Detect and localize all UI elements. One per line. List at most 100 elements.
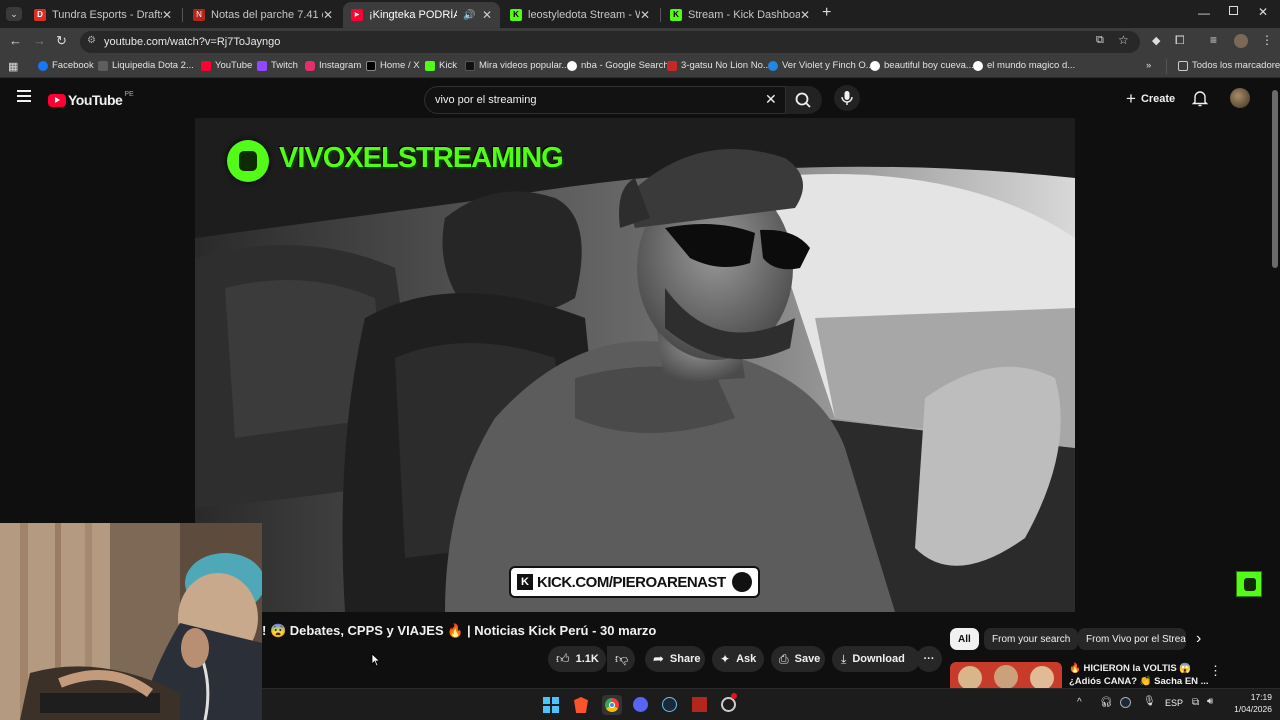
address-bar[interactable]: ⚙ youtube.com/watch?v=Rj7ToJayngo ⧉ ☆: [80, 31, 1140, 53]
bookmark-nba[interactable]: nba - Google Search: [567, 60, 669, 71]
search-button[interactable]: [786, 86, 822, 114]
tab-favicon-icon: K: [670, 9, 682, 21]
search-input[interactable]: vivo por el streaming: [435, 94, 537, 106]
brand-logo-icon: [227, 140, 269, 182]
bookmark-beautiful-boy[interactable]: beautiful boy cueva...: [870, 60, 974, 71]
discord-icon[interactable]: [633, 697, 648, 712]
tab-close-icon[interactable]: ✕: [640, 8, 650, 22]
headset-icon[interactable]: 🎧︎: [1100, 697, 1113, 708]
restore-icon[interactable]: [1229, 6, 1238, 15]
profile-avatar[interactable]: [1234, 34, 1248, 48]
suggested-video-thumbnail[interactable]: [950, 662, 1062, 688]
scrollbar-thumb[interactable]: [1272, 90, 1278, 268]
tray-microphone-icon[interactable]: 🎙︎: [1143, 696, 1156, 707]
bookmarks-overflow-button[interactable]: »: [1146, 60, 1151, 71]
notifications-button[interactable]: [1191, 89, 1209, 112]
page-scrollbar[interactable]: [1271, 80, 1279, 688]
install-app-icon[interactable]: ⧉: [1096, 34, 1104, 47]
network-icon[interactable]: ⧉: [1192, 697, 1199, 708]
tab-tundra[interactable]: D Tundra Esports - Drafts - DOTA ✕: [26, 2, 180, 28]
chip-from-search[interactable]: From your search: [984, 628, 1079, 650]
channel-watermark-icon[interactable]: [1236, 571, 1262, 597]
more-actions-button[interactable]: ···: [916, 646, 942, 672]
chrome-taskbar-button[interactable]: [602, 695, 622, 715]
create-button[interactable]: + Create: [1118, 86, 1178, 112]
clock-time[interactable]: 17:19: [1232, 692, 1272, 702]
bookmark-youtube[interactable]: YouTube: [201, 60, 252, 71]
bookmark-label: nba - Google Search: [581, 60, 669, 71]
suggested-video-title[interactable]: 🔥 HICIERON la VOLTIS 😱: [1069, 663, 1191, 674]
save-label: Save: [794, 653, 821, 665]
bookmark-violet[interactable]: Ver Violet y Finch O...: [768, 60, 874, 71]
media-controls-icon[interactable]: ≡: [1210, 33, 1217, 47]
video-player[interactable]: VIVOXELSTREAMING K KICK.COM/PIEROARENAST: [195, 118, 1075, 612]
chips-next-button[interactable]: ›: [1196, 630, 1201, 648]
minimize-icon[interactable]: —: [1198, 6, 1210, 20]
download-button[interactable]: ⤓ Download: [832, 646, 920, 672]
all-bookmarks-folder[interactable]: Todos los marcadores: [1178, 60, 1280, 71]
steam-icon[interactable]: [662, 697, 677, 712]
close-window-icon[interactable]: ✕: [1258, 5, 1268, 19]
youtube-logo[interactable]: YouTube PE: [48, 91, 134, 108]
obs-icon[interactable]: [721, 693, 737, 712]
tab-patch-notes[interactable]: N Notas del parche 7.41 de Dota ✕: [185, 2, 341, 28]
bookmark-mundo-magico[interactable]: el mundo magico d...: [973, 60, 1075, 71]
bookmark-label: Kick: [439, 60, 457, 71]
bookmark-instagram[interactable]: Instagram: [305, 60, 361, 71]
clear-search-icon[interactable]: ✕: [765, 91, 777, 108]
keyboard-language[interactable]: ESP: [1165, 698, 1183, 708]
save-button[interactable]: ⎙ Save: [771, 646, 825, 672]
chrome-menu-icon[interactable]: ⋮: [1261, 33, 1273, 47]
bookmark-twitch[interactable]: Twitch: [257, 60, 298, 71]
tab-youtube-active[interactable]: ▶ ¡Kingteka PODRÍA IR a 🔊 ✕: [343, 2, 500, 28]
tab-leostyle[interactable]: K leostyledota Stream - Watch Liv ✕: [502, 2, 658, 28]
tab-search-icon[interactable]: ⌄: [6, 7, 22, 21]
tab-close-icon[interactable]: ✕: [482, 8, 492, 22]
back-icon[interactable]: ←: [9, 33, 22, 48]
youtube-header: YouTube PE vivo por el streaming ✕ + Cre…: [0, 78, 1280, 120]
tab-kick-dashboard[interactable]: K Stream - Kick Dashboard ✕: [662, 2, 818, 28]
suggested-video-title-line2[interactable]: ¿Adiós CANA? 👏 Sacha EN ...: [1069, 676, 1209, 687]
tab-close-icon[interactable]: ✕: [162, 8, 172, 22]
bookmark-x[interactable]: Home / X: [366, 60, 420, 71]
ask-button[interactable]: ✦ Ask: [712, 646, 764, 672]
site-info-icon[interactable]: ⚙: [87, 35, 96, 46]
account-avatar[interactable]: [1230, 88, 1250, 108]
volume-icon[interactable]: 🔊︎: [1207, 696, 1213, 707]
tab-title: Stream - Kick Dashboard: [688, 9, 800, 21]
clock-date[interactable]: 1/04/2026: [1224, 704, 1272, 714]
chip-all[interactable]: All: [950, 628, 979, 650]
thumbs-up-icon: 👍︎: [556, 651, 570, 666]
bookmark-3gatsu[interactable]: 3-gatsu No Lion No...: [667, 60, 771, 71]
dota-icon[interactable]: [692, 697, 707, 712]
folder-icon: [1178, 60, 1188, 71]
search-box[interactable]: vivo por el streaming ✕: [424, 86, 786, 114]
new-tab-button[interactable]: +: [822, 4, 831, 22]
tab-close-icon[interactable]: ✕: [323, 8, 333, 22]
voice-search-button[interactable]: [834, 85, 860, 111]
chip-from-channel[interactable]: From Vivo por el Stream: [1078, 628, 1186, 650]
dislike-button[interactable]: 👎︎: [607, 646, 635, 672]
bookmark-kick[interactable]: Kick: [425, 60, 457, 71]
windows-start-icon[interactable]: [543, 697, 559, 713]
bookmark-liquipedia[interactable]: Liquipedia Dota 2...: [98, 60, 194, 71]
share-button[interactable]: ➦ Share: [645, 646, 705, 672]
reload-icon[interactable]: ↻: [56, 33, 67, 49]
tab-audio-icon[interactable]: 🔊: [463, 10, 475, 21]
menu-hamburger-icon[interactable]: [17, 90, 31, 102]
tray-overflow-icon[interactable]: ^: [1077, 697, 1082, 708]
bookmark-star-icon[interactable]: ☆: [1118, 33, 1129, 47]
bookmark-tiktok[interactable]: Mira videos popular...: [465, 60, 569, 71]
forward-icon[interactable]: →: [33, 33, 46, 48]
brave-browser-icon[interactable]: [574, 697, 588, 713]
suggested-video-menu-icon[interactable]: ⋮: [1209, 663, 1222, 679]
extensions-puzzle-icon[interactable]: ⧠: [1175, 33, 1185, 48]
tab-close-icon[interactable]: ✕: [800, 8, 810, 22]
like-button[interactable]: 👍︎ 1.1K: [548, 646, 606, 672]
bookmark-facebook[interactable]: Facebook: [38, 60, 94, 71]
google-icon: [567, 60, 577, 71]
tray-steam-icon[interactable]: [1120, 697, 1131, 708]
extension-diamond-icon[interactable]: ◆: [1152, 34, 1160, 47]
apps-grid-icon[interactable]: ▦: [8, 60, 18, 73]
tab-favicon-icon: N: [193, 9, 205, 21]
